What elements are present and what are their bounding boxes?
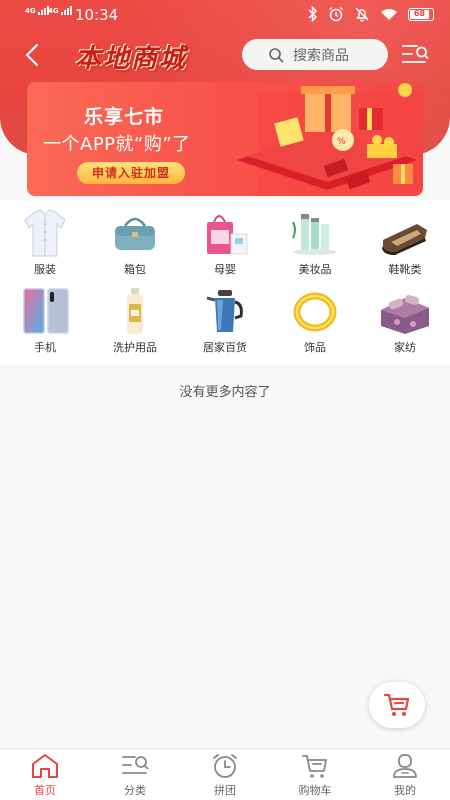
- tab-label: 购物车: [298, 784, 332, 797]
- bedding-icon: [381, 294, 429, 334]
- category-item-baby[interactable]: 母婴: [180, 208, 270, 277]
- category-item-household[interactable]: 居家百货: [180, 286, 270, 355]
- category-item-cosmetics[interactable]: 美妆品: [270, 208, 360, 277]
- tab-cart[interactable]: 购物车: [270, 749, 360, 800]
- tab-label: 我的: [394, 784, 416, 797]
- mute-bell-icon: [355, 7, 369, 22]
- bluetooth-icon: [308, 6, 318, 22]
- tab-label: 分类: [124, 784, 146, 797]
- category-label: 箱包: [124, 263, 146, 276]
- bottom-tab-bar: 首页 分类 拼团 购物车 我的: [0, 748, 450, 800]
- baby-bag-icon: [207, 215, 248, 255]
- banner-headline: 乐享七市: [84, 106, 165, 128]
- category-label: 家纺: [394, 341, 416, 354]
- category-search-icon[interactable]: [401, 43, 429, 67]
- category-label: 洗护用品: [113, 341, 157, 354]
- svg-text:%: %: [337, 137, 346, 147]
- page-title: 本地商城: [75, 44, 188, 74]
- category-item-accessories[interactable]: 饰品: [270, 286, 360, 355]
- handbag-icon: [115, 217, 155, 250]
- end-of-list-text: 没有更多内容了: [179, 385, 271, 400]
- category-label: 美妆品: [298, 263, 332, 276]
- network-label-1: 4G: [25, 7, 36, 15]
- clock-icon: [213, 754, 237, 778]
- battery-icon: 68: [408, 7, 434, 21]
- signal-2: 4G: [48, 6, 73, 15]
- tab-category[interactable]: 分类: [90, 749, 180, 800]
- ring-icon: [293, 292, 337, 332]
- category-label: 服装: [34, 263, 56, 276]
- tab-group-buy[interactable]: 拼团: [180, 749, 270, 800]
- join-button[interactable]: 申请入驻加盟: [77, 162, 185, 184]
- phone-icon: [23, 288, 69, 334]
- wifi-icon: [381, 8, 397, 20]
- promo-banner[interactable]: 乐享七市 一个APP就“购”了 申请入驻加盟 %: [27, 82, 423, 196]
- category-icon: [122, 756, 149, 774]
- status-time: 10:34: [75, 6, 119, 24]
- kettle-icon: [206, 290, 243, 332]
- user-icon: [393, 754, 417, 778]
- shoe-icon: [382, 224, 427, 255]
- category-grid: 服装 箱包 母婴 美妆品 鞋靴类 手机 洗护用品 居家百货 饰品 家纺: [0, 200, 450, 365]
- category-item-clothing[interactable]: 服装: [0, 208, 90, 277]
- category-label: 手机: [34, 341, 56, 354]
- banner-subheadline: 一个APP就“购”了: [43, 134, 191, 155]
- status-bar: 4G 4G 10:34 68: [0, 0, 450, 30]
- search-input[interactable]: 搜索商品: [242, 39, 388, 70]
- category-label: 鞋靴类: [388, 263, 422, 276]
- tab-home[interactable]: 首页: [0, 749, 90, 800]
- status-icons: 68: [308, 6, 434, 22]
- category-item-textiles[interactable]: 家纺: [360, 286, 450, 355]
- shirt-icon: [24, 209, 66, 257]
- tab-label: 拼团: [214, 784, 236, 797]
- shampoo-icon: [127, 288, 143, 334]
- floating-cart-button[interactable]: [369, 682, 425, 728]
- gift-boxes-illustration: %: [237, 83, 423, 196]
- category-item-phone[interactable]: 手机: [0, 286, 90, 355]
- category-item-bags[interactable]: 箱包: [90, 208, 180, 277]
- back-arrow-icon[interactable]: [22, 42, 44, 68]
- signal-1: 4G: [25, 6, 50, 15]
- category-item-toiletries[interactable]: 洗护用品: [90, 286, 180, 355]
- category-item-shoes[interactable]: 鞋靴类: [360, 208, 450, 277]
- search-icon: [269, 47, 284, 62]
- signal-bars-icon: [61, 6, 73, 15]
- cart-icon: [302, 755, 327, 778]
- category-label: 居家百货: [203, 341, 247, 354]
- cart-icon: [383, 693, 410, 716]
- search-placeholder: 搜索商品: [293, 47, 349, 64]
- category-label: 母婴: [214, 263, 236, 276]
- tab-label: 首页: [34, 784, 56, 797]
- category-label: 饰品: [304, 341, 326, 354]
- network-label-2: 4G: [48, 7, 59, 15]
- battery-level: 68: [410, 9, 429, 19]
- alarm-icon: [329, 6, 343, 22]
- tab-profile[interactable]: 我的: [360, 749, 450, 800]
- home-icon: [32, 754, 58, 778]
- cosmetics-icon: [292, 214, 337, 255]
